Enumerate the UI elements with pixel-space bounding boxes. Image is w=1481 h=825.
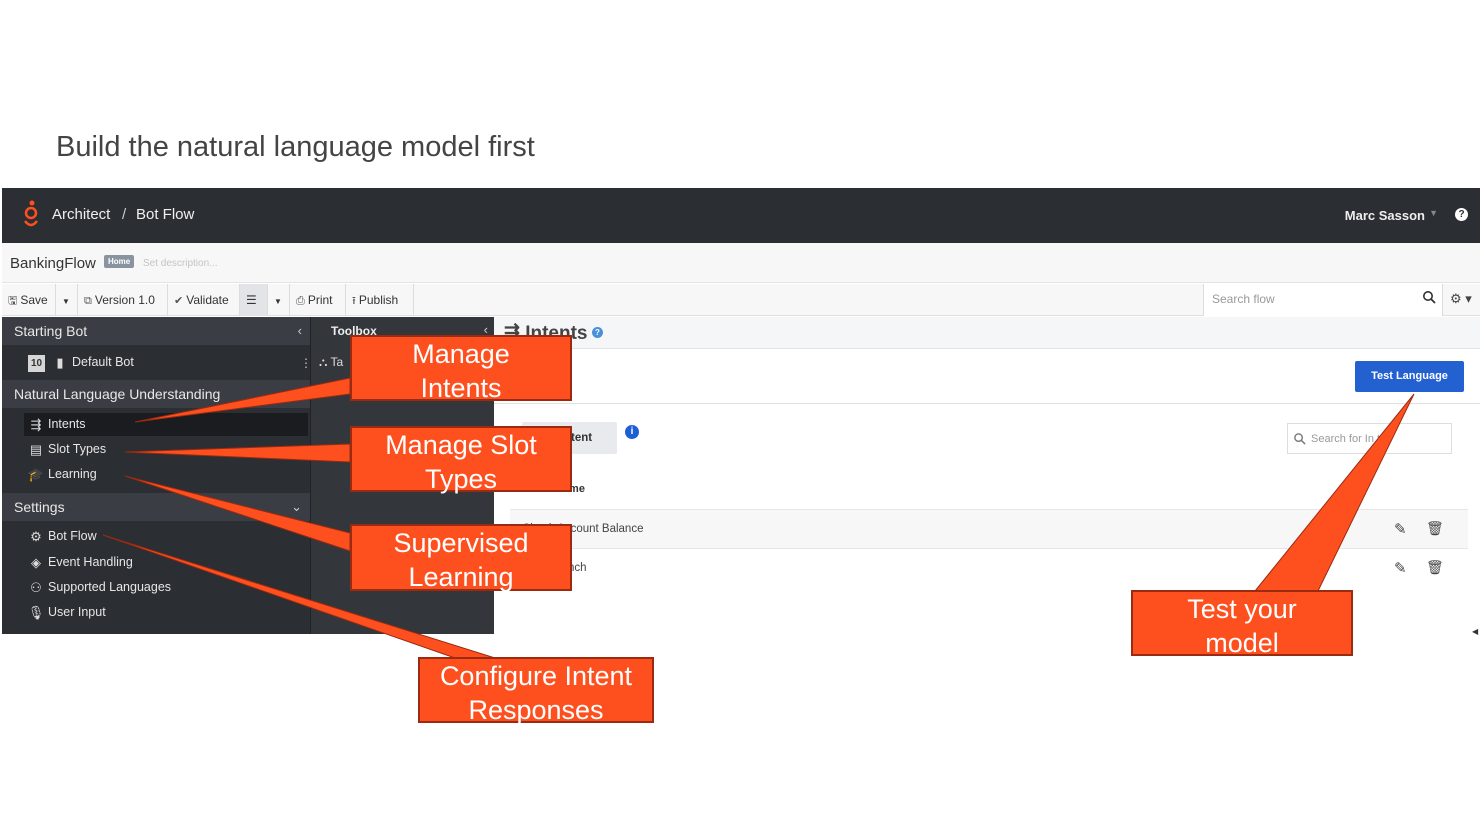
breadcrumb-architect[interactable]: Architect [52, 206, 110, 223]
publish-button[interactable]: ⭱ Publish [346, 284, 414, 316]
intents-header: ⇶ Intents ? [494, 317, 1480, 349]
chevron-down-icon[interactable]: ▼ [1429, 208, 1438, 218]
user-menu[interactable]: Marc Sasson [1345, 208, 1425, 223]
scroll-arrow-icon[interactable]: ◀ [1472, 627, 1478, 636]
sitemap-icon: ⛬ [319, 355, 331, 369]
callout-manage-slot-types: Manage Slot Types [350, 426, 572, 494]
copy-icon: ⧉ [84, 295, 92, 307]
flow-bar: BankingFlow Home Set description... [2, 243, 1480, 283]
search-intent-input[interactable]: Search for In t [1287, 423, 1452, 454]
flow-description-input[interactable]: Set description... [143, 258, 217, 269]
upload-icon: ⭱ [352, 295, 356, 307]
search-flow-input[interactable]: Search flow [1203, 284, 1443, 316]
sidebar-item-slot-types[interactable]: ▤ Slot Types [24, 438, 308, 461]
pencil-icon[interactable]: ✎ [1394, 559, 1407, 577]
nlu-header: Natural Language Understanding [2, 380, 310, 408]
toolbar: 🖫 Save ▼ ⧉ Version 1.0 ✔ Validate ☰ ▼ ⎙ Prin… [2, 284, 1480, 316]
sidebar-item-learning[interactable]: 🎓 Learning [24, 463, 308, 486]
gear-icon[interactable]: ⚙ ▾ [1450, 291, 1472, 307]
check-icon: ✔ [174, 295, 184, 307]
signpost-icon: ⇶ [30, 417, 42, 432]
trash-icon[interactable]: 🗑 [1426, 520, 1444, 537]
sidebar-item-bot-flow[interactable]: ⚙ Bot Flow [24, 525, 308, 548]
chevron-down-icon[interactable]: ⌄ [291, 493, 302, 521]
starting-bot-header[interactable]: Starting Bot ‹ [2, 317, 310, 345]
floppy-disk-icon: 🖫 [8, 295, 18, 307]
table-row[interactable]: Check Account Balance ✎ 🗑 [510, 509, 1468, 548]
breadcrumb-bot-flow[interactable]: Bot Flow [136, 206, 194, 223]
info-icon[interactable]: i [625, 425, 639, 439]
graduation-cap-icon: 🎓 [27, 467, 45, 482]
sidebar-item-user-input[interactable]: 🎙 User Input [24, 601, 308, 624]
breadcrumb-separator: / [122, 206, 127, 223]
divider [494, 403, 1480, 404]
search-icon[interactable] [1422, 290, 1436, 304]
sidebar-item-intents[interactable]: ⇶ Intents [24, 413, 308, 436]
trash-icon[interactable]: 🗑 [1426, 559, 1444, 576]
validate-button[interactable]: ✔ Validate [168, 284, 240, 316]
flow-name: BankingFlow [10, 255, 96, 272]
print-button[interactable]: ⎙ Print [290, 284, 346, 316]
chevron-left-icon[interactable]: ‹ [298, 317, 302, 345]
chevron-down-icon: ▼ [274, 297, 282, 306]
help-icon[interactable]: ? [592, 327, 603, 338]
save-button[interactable]: 🖫 Save [2, 284, 56, 316]
save-dropdown-button[interactable]: ▼ [56, 284, 78, 316]
home-badge: Home [104, 255, 135, 268]
version-badge: 10 [28, 355, 45, 372]
callout-supervised-learning: Supervised Learning [350, 524, 572, 592]
search-icon [1294, 433, 1306, 445]
microphone-icon: 🎙 [27, 605, 45, 620]
version-button[interactable]: ⧉ Version 1.0 [78, 284, 168, 316]
ordered-list-icon: ☰ [246, 293, 257, 307]
app-header: Architect / Bot Flow Marc Sasson ▼ ? [2, 188, 1480, 243]
pencil-icon[interactable]: ✎ [1394, 520, 1407, 538]
slide-title: Build the natural language model first [56, 131, 535, 163]
tag-icon: ◈ [31, 555, 41, 570]
callout-configure-intent-responses: Configure Intent Responses [418, 657, 654, 725]
cogs-icon: ⚙ [30, 529, 42, 544]
sidebar-item-event-handling[interactable]: ◈ Event Handling [24, 551, 308, 574]
callout-test-your-model: Test your model [1131, 590, 1353, 658]
printer-icon: ⎙ [296, 295, 305, 307]
document-icon: ▮ [56, 355, 64, 370]
sidebar-item-supported-languages[interactable]: ⚇ Supported Languages [24, 576, 308, 599]
genesys-logo-icon [24, 200, 38, 227]
sidebar-item-default-bot[interactable]: ▮ Default Bot [48, 351, 332, 374]
view-dropdown-button[interactable]: ▼ [268, 284, 290, 316]
language-icon: ⚇ [30, 580, 42, 595]
callout-manage-intents: Manage Intents [350, 335, 572, 403]
table-row[interactable]: nch ✎ 🗑 [510, 548, 1468, 587]
chevron-down-icon: ▼ [62, 297, 70, 306]
intents-panel: ⇶ Intents ? Test Language ntent i Search… [494, 317, 1480, 634]
list-view-button[interactable]: ☰ [240, 284, 268, 316]
settings-header[interactable]: Settings ⌄ [2, 493, 310, 521]
question-circle-icon[interactable]: ? [1455, 208, 1468, 221]
file-icon: ▤ [29, 442, 43, 457]
test-language-button[interactable]: Test Language [1355, 361, 1464, 392]
toolbox-item[interactable]: ⛬ Ta [319, 355, 343, 370]
